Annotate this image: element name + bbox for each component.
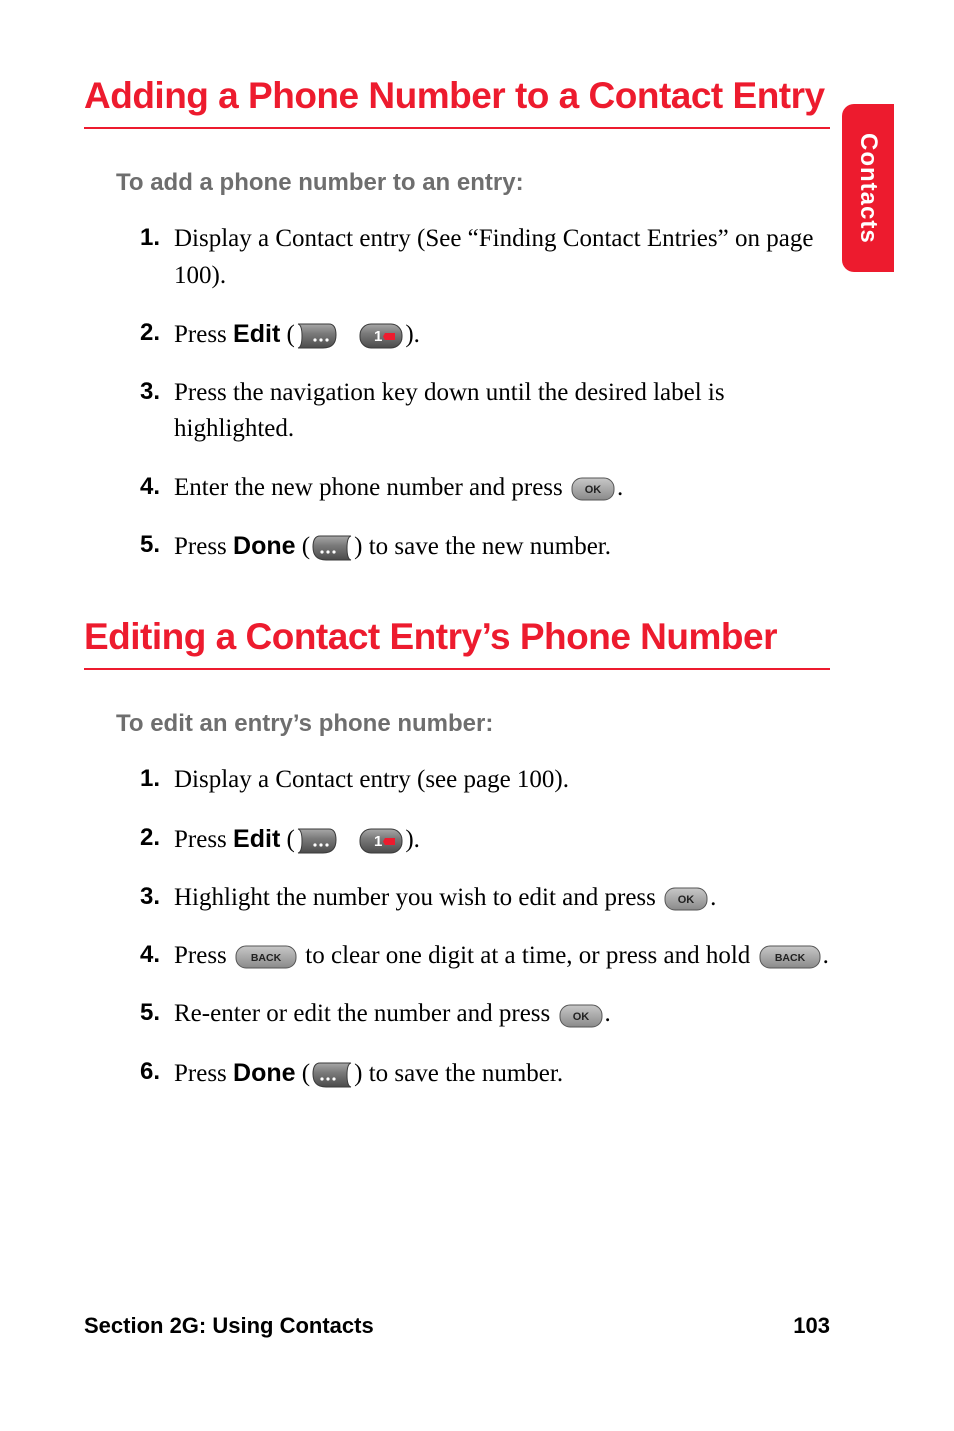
step-text: Press Edit ( 1). xyxy=(174,316,830,353)
list-item: 5. Press Done () to save the new number. xyxy=(130,528,830,565)
side-tab-contacts: Contacts xyxy=(842,104,894,272)
step-number: 5. xyxy=(130,996,174,1031)
key-ok-icon: OK xyxy=(571,477,615,501)
intro-editing-number: To edit an entry’s phone number: xyxy=(116,710,830,738)
step-text: Press Edit ( 1). xyxy=(174,821,830,858)
key-back-icon: BACK xyxy=(759,945,821,969)
footer-section: Section 2G: Using Contacts xyxy=(84,1313,374,1339)
intro-adding-number: To add a phone number to an entry: xyxy=(116,169,830,197)
steps-adding-number: 1. Display a Contact entry (See “Finding… xyxy=(130,221,830,565)
heading-editing-number: Editing a Contact Entry’s Phone Number xyxy=(84,613,830,670)
heading-adding-number: Adding a Phone Number to a Contact Entry xyxy=(84,72,830,129)
softkey-left-icon xyxy=(312,1062,352,1088)
list-item: 2. Press Edit ( 1). xyxy=(130,316,830,353)
key-ok-icon: OK xyxy=(559,1004,603,1028)
list-item: 1. Display a Contact entry (See “Finding… xyxy=(130,221,830,294)
step-text: Highlight the number you wish to edit an… xyxy=(174,880,830,916)
step-number: 2. xyxy=(130,821,174,856)
step-number: 2. xyxy=(130,316,174,351)
softkey-left-icon xyxy=(312,535,352,561)
step-number: 3. xyxy=(130,375,174,410)
svg-text:OK: OK xyxy=(572,1011,589,1023)
step-text: Press BACK to clear one digit at a time,… xyxy=(174,938,830,974)
step-text: Re-enter or edit the number and press OK… xyxy=(174,996,830,1032)
page-footer: Section 2G: Using Contacts 103 xyxy=(84,1313,830,1339)
softkey-right-icon xyxy=(297,323,337,349)
list-item: 1. Display a Contact entry (see page 100… xyxy=(130,762,830,798)
list-item: 6. Press Done () to save the number. xyxy=(130,1055,830,1092)
step-number: 5. xyxy=(130,528,174,563)
list-item: 5. Re-enter or edit the number and press… xyxy=(130,996,830,1032)
step-number: 6. xyxy=(130,1055,174,1090)
steps-editing-number: 1. Display a Contact entry (see page 100… xyxy=(130,762,830,1092)
svg-text:1: 1 xyxy=(374,833,382,850)
step-number: 1. xyxy=(130,762,174,797)
step-number: 3. xyxy=(130,880,174,915)
svg-text:BACK: BACK xyxy=(774,952,805,964)
svg-text:OK: OK xyxy=(678,894,695,906)
step-text: Display a Contact entry (see page 100). xyxy=(174,762,830,798)
step-number: 1. xyxy=(130,221,174,256)
step-number: 4. xyxy=(130,470,174,505)
step-text: Press Done () to save the new number. xyxy=(174,528,830,565)
side-tab-label: Contacts xyxy=(854,133,882,244)
step-text: Press Done () to save the number. xyxy=(174,1055,830,1092)
footer-page-number: 103 xyxy=(793,1313,830,1339)
key-back-icon: BACK xyxy=(235,945,297,969)
step-number: 4. xyxy=(130,938,174,973)
key-1-icon: 1 xyxy=(359,828,403,854)
key-1-icon: 1 xyxy=(359,323,403,349)
svg-text:1: 1 xyxy=(374,328,382,345)
list-item: 2. Press Edit ( 1). xyxy=(130,821,830,858)
list-item: 4. Enter the new phone number and press … xyxy=(130,470,830,506)
step-text: Display a Contact entry (See “Finding Co… xyxy=(174,221,830,294)
softkey-right-icon xyxy=(297,828,337,854)
step-text: Press the navigation key down until the … xyxy=(174,375,830,448)
list-item: 4. Press BACK to clear one digit at a ti… xyxy=(130,938,830,974)
page-content: Adding a Phone Number to a Contact Entry… xyxy=(84,72,830,1140)
step-text: Enter the new phone number and press OK. xyxy=(174,470,830,506)
svg-text:BACK: BACK xyxy=(251,952,282,964)
list-item: 3. Press the navigation key down until t… xyxy=(130,375,830,448)
list-item: 3. Highlight the number you wish to edit… xyxy=(130,880,830,916)
key-ok-icon: OK xyxy=(664,887,708,911)
svg-text:OK: OK xyxy=(585,484,602,496)
